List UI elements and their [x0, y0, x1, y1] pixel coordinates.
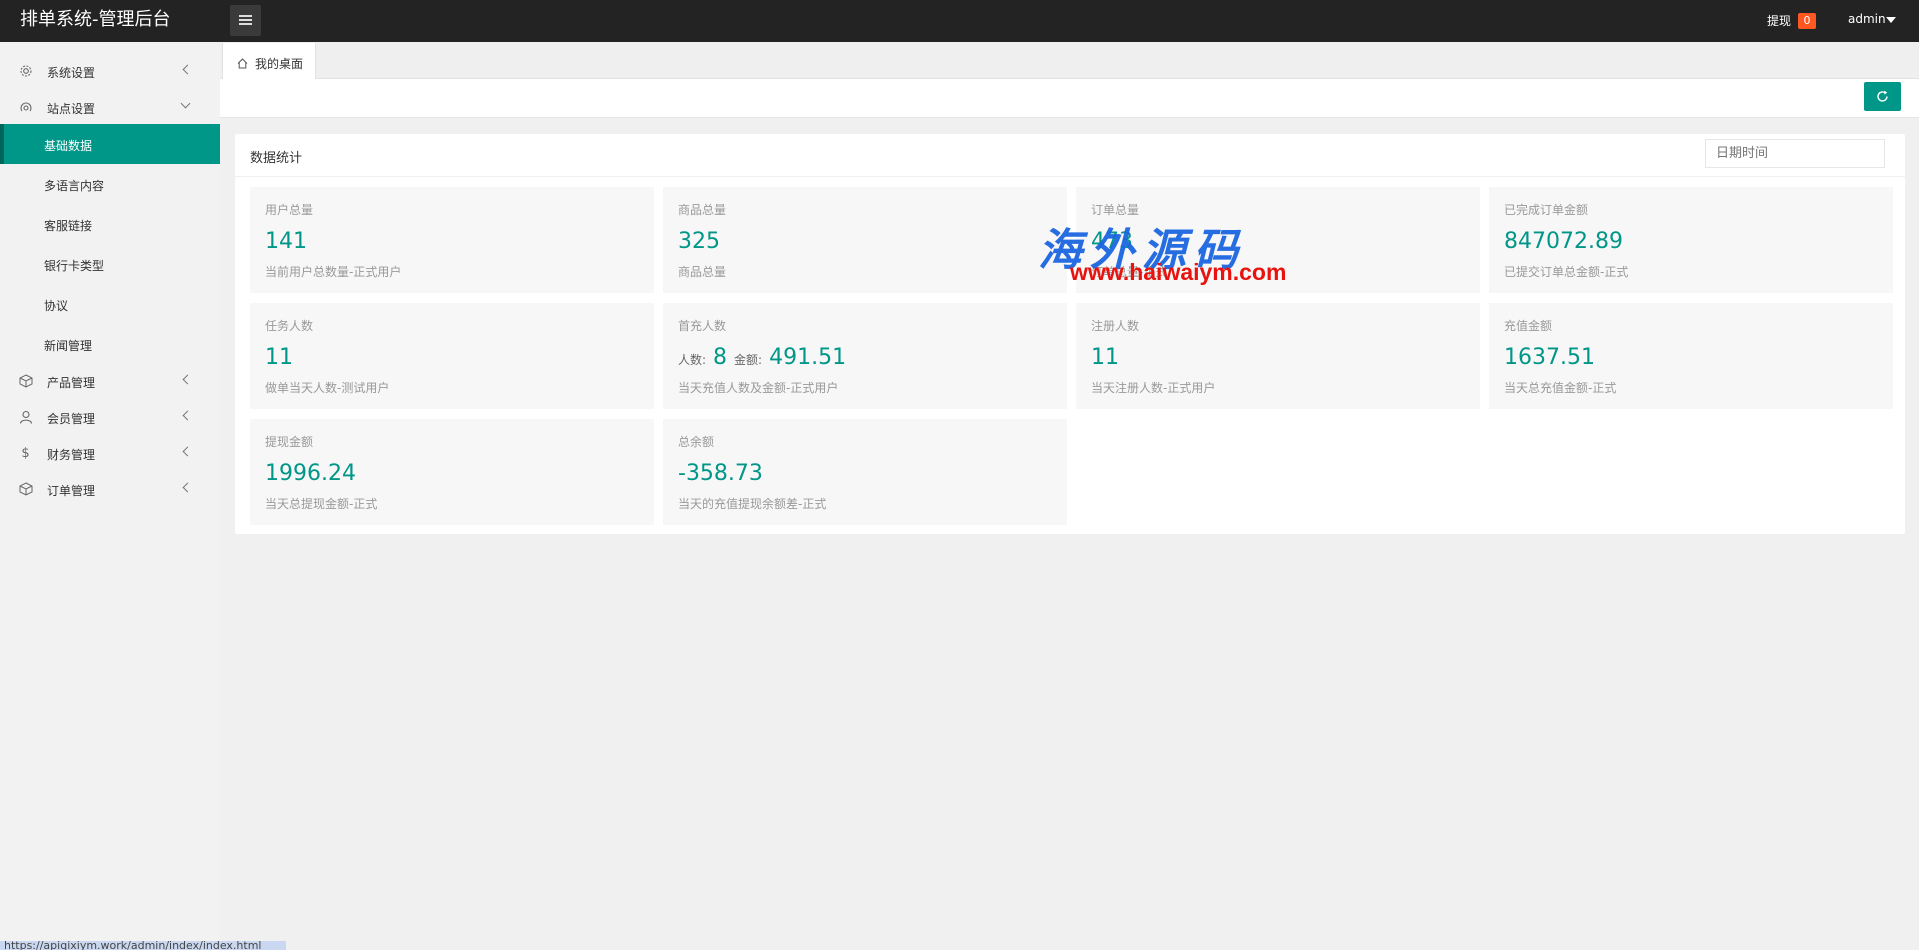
sidebar-subitem-label: 新闻管理: [44, 339, 93, 353]
stat-desc: 当前用户总数量-正式用户: [265, 265, 402, 279]
sidebar-item-members[interactable]: 会员管理: [0, 400, 220, 434]
count-value: 8: [713, 345, 728, 370]
stat-desc: 当天总提现金额-正式: [265, 497, 378, 511]
stat-value: 1996.24: [265, 461, 356, 486]
stat-value: 847072.89: [1504, 229, 1623, 254]
app-title: 排单系统-管理后台: [20, 9, 171, 30]
stats-card: 数据统计 用户总量 141 当前用户总数量-正式用户 商品总量 325 商品总量…: [235, 134, 1905, 534]
caret-down-icon[interactable]: [1886, 17, 1896, 23]
stat-title: 注册人数: [1091, 319, 1140, 333]
stat-title: 任务人数: [265, 319, 314, 333]
hamburger-icon: [239, 15, 252, 25]
sidebar-subitem-multilang[interactable]: 多语言内容: [0, 164, 220, 204]
stat-total-products: 商品总量 325 商品总量: [663, 187, 1067, 293]
sidebar-subitem-basic-data[interactable]: 基础数据: [0, 124, 220, 164]
chevron-down-icon: [180, 99, 192, 113]
stat-value: 141: [265, 229, 307, 254]
stat-total-balance: 总余额 -358.73 当天的充值提现余额差-正式: [663, 419, 1067, 525]
cube-icon: [18, 374, 33, 389]
sidebar-subitem-bankcard-type[interactable]: 银行卡类型: [0, 244, 220, 284]
stat-value: 325: [678, 229, 720, 254]
stat-value: 1637.51: [1504, 345, 1595, 370]
sidebar-subitem-service-link[interactable]: 客服链接: [0, 204, 220, 244]
divider: [235, 176, 1905, 177]
sidebar-item-system-settings[interactable]: 系统设置: [0, 54, 220, 88]
sidebar-subitem-label: 协议: [44, 299, 69, 313]
tab-my-desktop[interactable]: 我的桌面: [222, 43, 316, 79]
count-label: 人数:: [678, 353, 707, 367]
stat-value: 11: [1091, 345, 1119, 370]
sidebar-item-label: 产品管理: [47, 376, 96, 390]
home-icon: [237, 54, 248, 69]
stat-value-group: 人数: 8 金额: 491.51: [678, 345, 846, 370]
sidebar-item-finance[interactable]: $ 财务管理: [0, 436, 220, 470]
sidebar: 系统设置 站点设置 基础数据 多语言内容 客服链接 银行卡类型 协议 新闻管理 …: [0, 42, 220, 950]
sidebar-item-label: 财务管理: [47, 448, 96, 462]
watermark-url: www.haiwaiym.com: [1070, 259, 1287, 285]
chevron-left-icon: [180, 445, 192, 459]
refresh-icon: [1877, 90, 1888, 102]
sidebar-item-label: 系统设置: [47, 66, 96, 80]
stat-value: -358.73: [678, 461, 763, 486]
stat-value: 11: [265, 345, 293, 370]
stat-total-users: 用户总量 141 当前用户总数量-正式用户: [250, 187, 654, 293]
stat-withdraw-amount: 提现金额 1996.24 当天总提现金额-正式: [250, 419, 654, 525]
sidebar-subitem-label: 基础数据: [44, 139, 93, 153]
amount-label: 金额:: [734, 353, 763, 367]
content-toolbar: [220, 79, 1919, 118]
menu-toggle-button[interactable]: [230, 5, 261, 36]
sidebar-item-site-settings[interactable]: 站点设置: [0, 90, 220, 124]
amount-value: 491.51: [769, 345, 847, 370]
tab-bar: 我的桌面: [220, 42, 1919, 79]
stat-desc: 当天总充值金额-正式: [1504, 381, 1617, 395]
sidebar-item-label: 会员管理: [47, 412, 96, 426]
sidebar-item-label: 订单管理: [47, 484, 96, 498]
stat-desc: 商品总量: [678, 265, 727, 279]
sidebar-item-label: 站点设置: [47, 102, 96, 116]
stat-registered-users: 注册人数 11 当天注册人数-正式用户: [1076, 303, 1480, 409]
box-icon: [18, 482, 33, 497]
stat-title: 用户总量: [265, 203, 314, 217]
sidebar-item-products[interactable]: 产品管理: [0, 364, 220, 398]
sidebar-subitem-label: 客服链接: [44, 219, 93, 233]
user-menu[interactable]: admin: [1848, 12, 1886, 26]
stat-desc: 当天注册人数-正式用户: [1091, 381, 1216, 395]
stat-desc: 已提交订单总金额-正式: [1504, 265, 1629, 279]
sidebar-subitem-news[interactable]: 新闻管理: [0, 324, 220, 364]
top-header: 排单系统-管理后台 提现 0 admin: [0, 0, 1919, 42]
stat-title: 总余额: [678, 435, 715, 449]
stat-title: 已完成订单金额: [1504, 203, 1589, 217]
stat-title: 商品总量: [678, 203, 727, 217]
sidebar-subitem-agreement[interactable]: 协议: [0, 284, 220, 324]
date-time-input[interactable]: [1705, 139, 1885, 168]
stat-title: 提现金额: [265, 435, 314, 449]
stat-title: 充值金额: [1504, 319, 1553, 333]
stat-title: 首充人数: [678, 319, 727, 333]
site-icon: [18, 100, 33, 115]
withdraw-link[interactable]: 提现: [1767, 12, 1791, 29]
stat-first-recharge: 首充人数 人数: 8 金额: 491.51 当天充值人数及金额-正式用户: [663, 303, 1067, 409]
user-icon: [18, 410, 33, 425]
stat-desc: 做单当天人数-测试用户: [265, 381, 390, 395]
gear-icon: [18, 64, 33, 79]
chevron-left-icon: [180, 409, 192, 423]
sidebar-subitem-label: 银行卡类型: [44, 259, 105, 273]
stat-task-users: 任务人数 11 做单当天人数-测试用户: [250, 303, 654, 409]
sidebar-item-orders[interactable]: 订单管理: [0, 472, 220, 506]
stat-completed-order-amount: 已完成订单金额 847072.89 已提交订单总金额-正式: [1489, 187, 1893, 293]
chevron-left-icon: [180, 63, 192, 77]
stat-desc: 当天充值人数及金额-正式用户: [678, 381, 839, 395]
status-bar-url: https://apiqixiym.work/admin/index/index…: [0, 941, 286, 950]
stat-desc: 当天的充值提现余额差-正式: [678, 497, 827, 511]
withdraw-count-badge: 0: [1798, 13, 1816, 29]
dollar-icon: $: [21, 446, 30, 461]
stat-recharge-amount: 充值金额 1637.51 当天总充值金额-正式: [1489, 303, 1893, 409]
tab-label: 我的桌面: [255, 57, 304, 71]
chevron-left-icon: [180, 481, 192, 495]
chevron-left-icon: [180, 373, 192, 387]
sidebar-subitem-label: 多语言内容: [44, 179, 105, 193]
refresh-button[interactable]: [1864, 82, 1901, 111]
card-title: 数据统计: [250, 151, 303, 166]
